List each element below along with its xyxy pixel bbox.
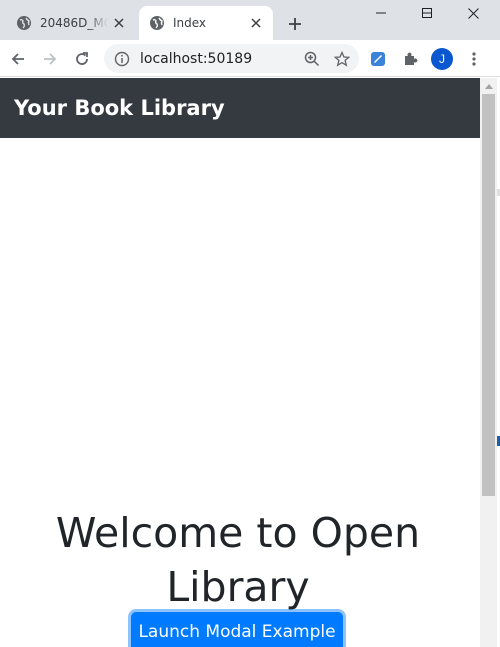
tab-title: Index	[173, 16, 207, 30]
page-viewport: Your Book Library Welcome to Open Librar…	[0, 78, 480, 647]
scrollbar-thumb[interactable]	[482, 94, 495, 496]
reload-button[interactable]	[69, 46, 95, 72]
forward-button[interactable]	[37, 46, 63, 72]
close-window-button[interactable]	[450, 0, 496, 26]
address-url[interactable]: localhost:50189	[140, 51, 299, 67]
menu-icon[interactable]	[461, 46, 487, 72]
tab-strip: 20486D_MODULE Index	[0, 0, 500, 40]
tab-title: 20486D_MODULE	[40, 16, 108, 30]
back-button[interactable]	[5, 46, 31, 72]
maximize-button[interactable]	[404, 0, 450, 26]
info-icon[interactable]	[114, 51, 130, 67]
globe-icon	[150, 16, 164, 30]
navbar-brand[interactable]: Your Book Library	[14, 96, 225, 120]
tab-module[interactable]: 20486D_MODULE	[6, 6, 136, 40]
globe-icon	[17, 16, 31, 30]
address-bar[interactable]: localhost:50189	[104, 44, 359, 73]
avatar[interactable]: J	[431, 48, 453, 70]
new-tab-button[interactable]	[283, 12, 307, 36]
star-icon[interactable]	[329, 46, 355, 72]
puzzle-icon[interactable]	[397, 46, 423, 72]
tab-index[interactable]: Index	[139, 6, 273, 40]
vertical-scrollbar[interactable]	[480, 78, 497, 647]
launch-modal-button[interactable]: Launch Modal Example	[131, 612, 343, 647]
minimize-button[interactable]	[358, 0, 404, 26]
extension-icon[interactable]	[365, 46, 391, 72]
close-icon[interactable]	[245, 12, 267, 34]
zoom-icon[interactable]	[299, 46, 325, 72]
page-heading: Welcome to Open Library	[55, 509, 421, 611]
scroll-up-arrow-icon[interactable]	[480, 78, 497, 94]
close-icon[interactable]	[108, 12, 130, 34]
navbar: Your Book Library	[0, 78, 480, 138]
browser-toolbar: localhost:50189 J	[0, 40, 500, 77]
